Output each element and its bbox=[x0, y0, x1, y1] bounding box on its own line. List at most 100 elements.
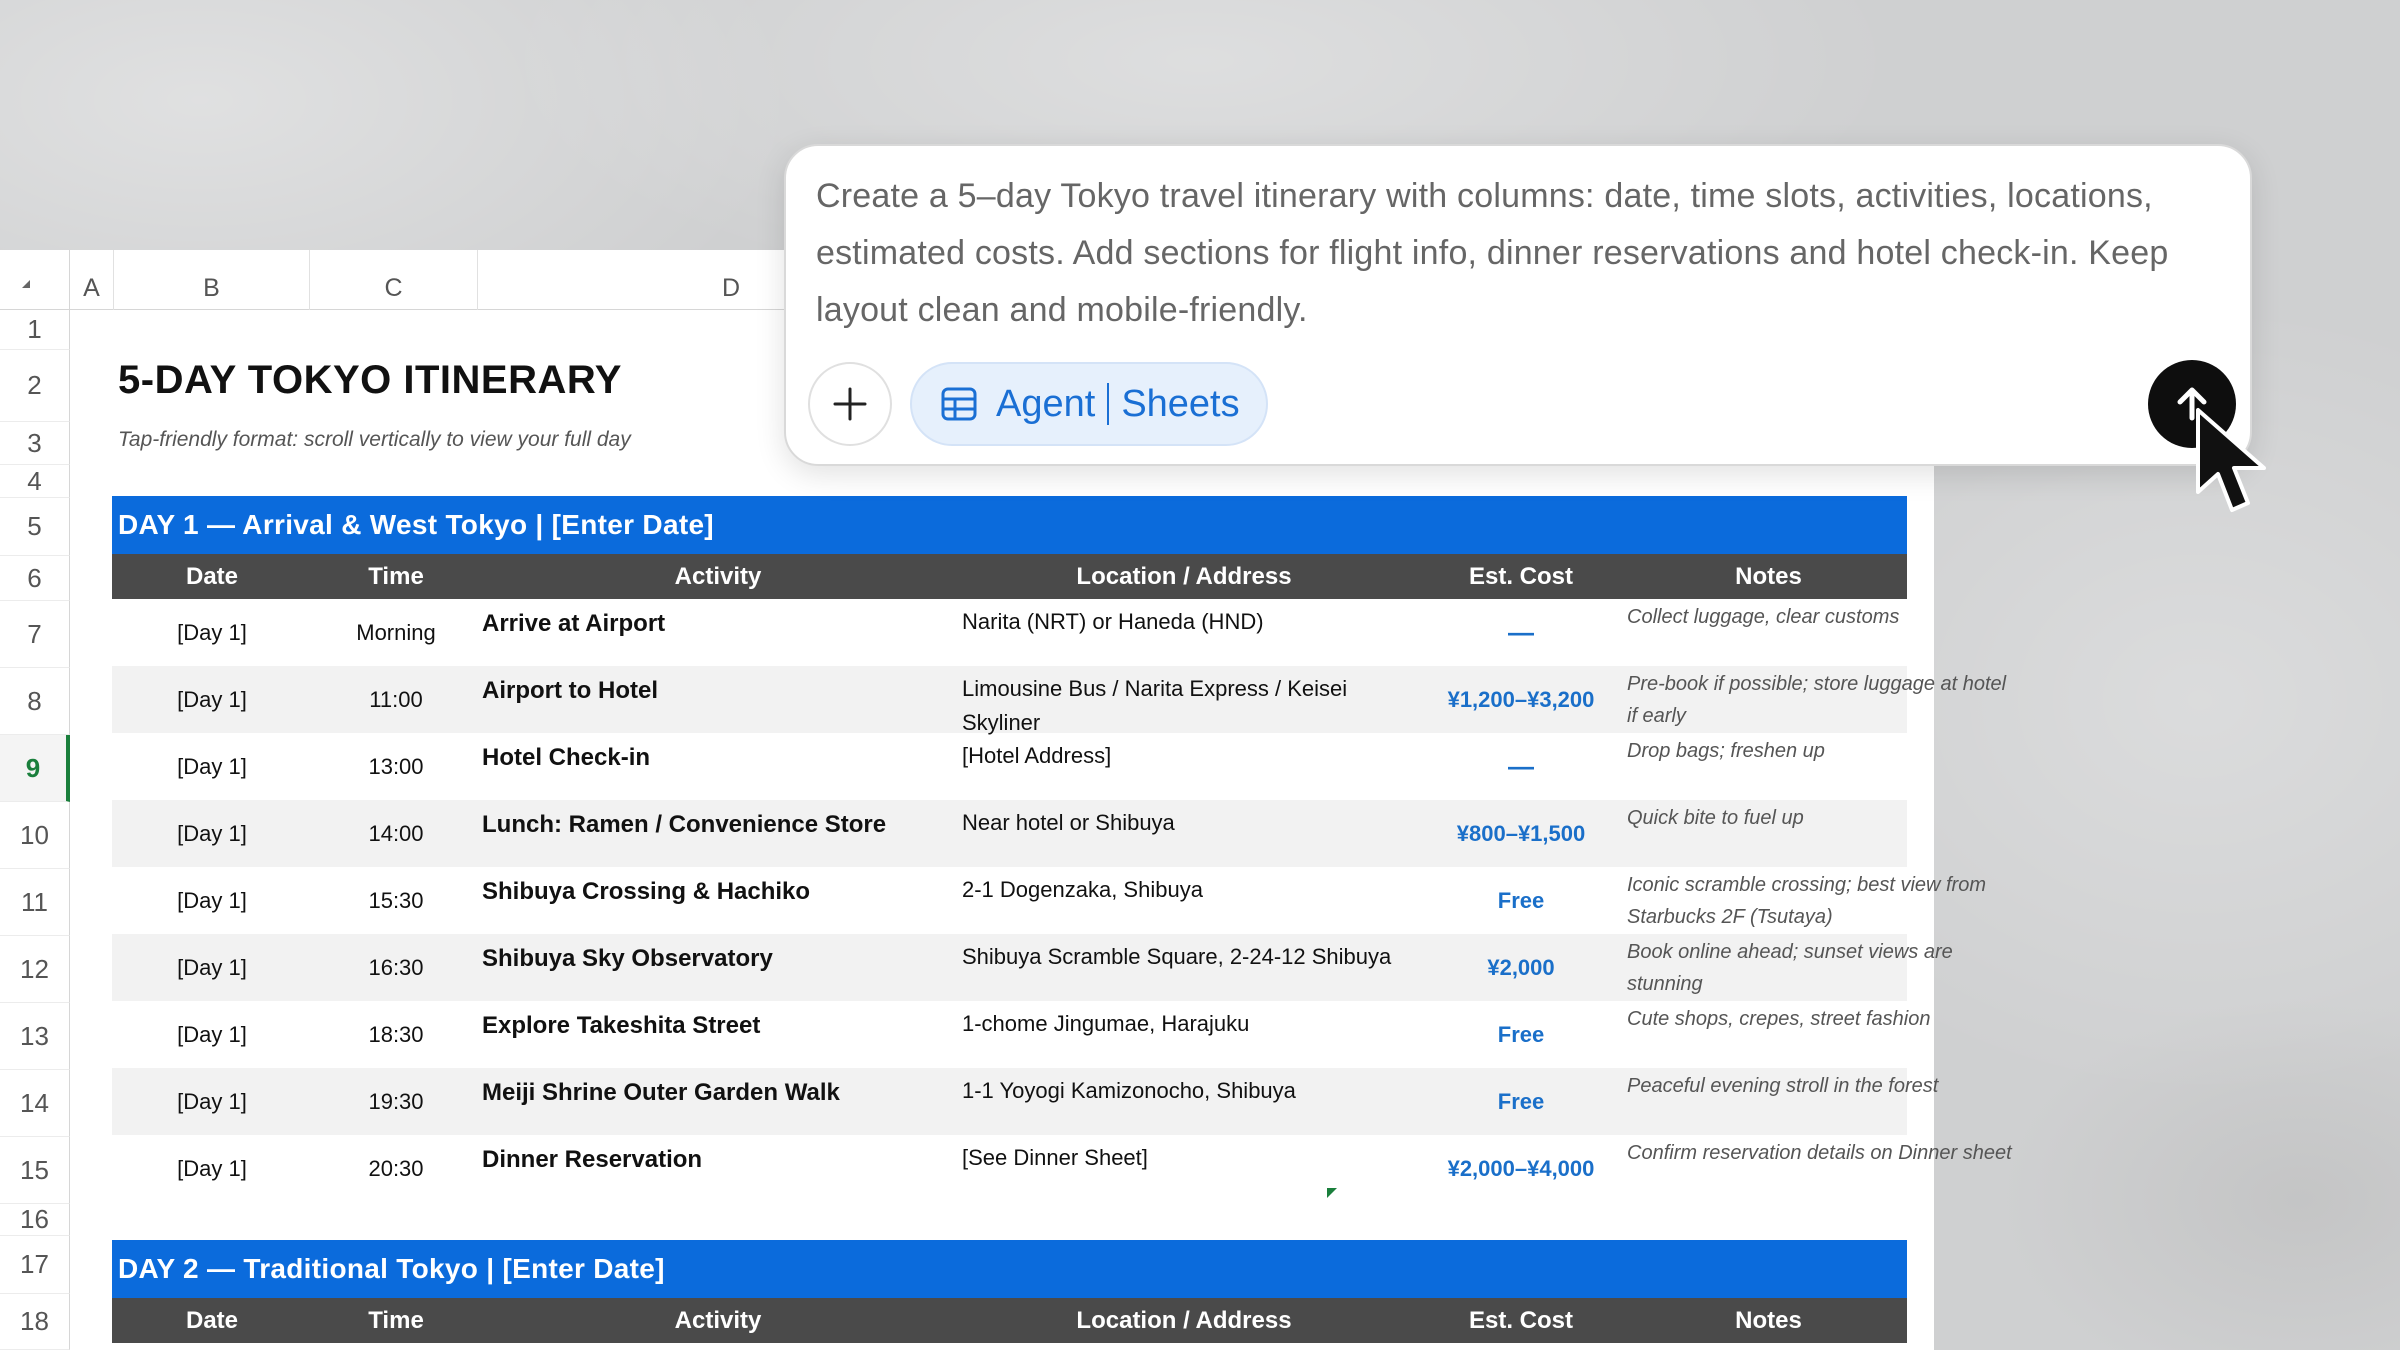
cell-activity[interactable]: Airport to Hotel bbox=[482, 666, 952, 709]
cell-time[interactable]: 19:30 bbox=[312, 1068, 480, 1135]
table-row[interactable]: [Day 1] 11:00 Airport to Hotel Limousine… bbox=[112, 666, 2006, 735]
cell-cost[interactable]: ¥2,000–¥4,000 bbox=[1412, 1135, 1630, 1202]
cell-location[interactable]: 1-chome Jingumae, Harajuku bbox=[962, 1001, 1412, 1041]
cell-notes[interactable]: Peaceful evening stroll in the forest bbox=[1627, 1068, 2017, 1102]
cell-location[interactable]: Limousine Bus / Narita Express / Keisei … bbox=[962, 666, 1412, 740]
table-row[interactable]: [Day 1] Morning Arrive at Airport Narita… bbox=[112, 599, 1907, 666]
cell-activity[interactable]: Lunch: Ramen / Convenience Store bbox=[482, 800, 952, 843]
cell-location[interactable]: 1-1 Yoyogi Kamizonocho, Shibuya bbox=[962, 1068, 1412, 1108]
row-header[interactable]: 15 bbox=[0, 1137, 70, 1204]
cell-date[interactable]: [Day 1] bbox=[112, 1001, 312, 1068]
prompt-input[interactable]: Create a 5–day Tokyo travel itinerary wi… bbox=[816, 168, 2226, 339]
itinerary-subtitle[interactable]: Tap-friendly format: scroll vertically t… bbox=[118, 428, 631, 452]
row-header[interactable]: 2 bbox=[0, 350, 70, 422]
cell-notes[interactable]: Cute shops, crepes, street fashion bbox=[1627, 1001, 2017, 1035]
cell-cost[interactable]: Free bbox=[1412, 867, 1630, 934]
table-row[interactable]: [Day 1] 15:30 Shibuya Crossing & Hachiko… bbox=[112, 867, 1986, 934]
table-row[interactable]: [Day 1] 20:30 Dinner Reservation [See Di… bbox=[112, 1135, 2012, 1202]
header-date[interactable]: Date bbox=[112, 554, 312, 599]
header-cost[interactable]: Est. Cost bbox=[1412, 1298, 1630, 1343]
cell-date[interactable]: [Day 1] bbox=[112, 666, 312, 733]
row-header-active[interactable]: 9 bbox=[0, 735, 70, 802]
cell-date[interactable]: [Day 1] bbox=[112, 867, 312, 934]
header-notes[interactable]: Notes bbox=[1630, 554, 1907, 599]
cell-location[interactable]: Narita (NRT) or Haneda (HND) bbox=[962, 599, 1412, 639]
cell-date[interactable]: [Day 1] bbox=[112, 1068, 312, 1135]
table-row[interactable]: [Day 1] 13:00 Hotel Check-in [Hotel Addr… bbox=[112, 733, 1907, 800]
cell-time[interactable]: 18:30 bbox=[312, 1001, 480, 1068]
row-header[interactable]: 18 bbox=[0, 1294, 70, 1350]
row-header[interactable]: 16 bbox=[0, 1204, 70, 1236]
cell-location[interactable]: Shibuya Scramble Square, 2-24-12 Shibuya bbox=[962, 934, 1412, 974]
cell-notes[interactable]: Iconic scramble crossing; best view from… bbox=[1627, 867, 2017, 933]
cell-location[interactable]: 2-1 Dogenzaka, Shibuya bbox=[962, 867, 1412, 907]
cell-time[interactable]: 11:00 bbox=[312, 666, 480, 733]
select-all-corner[interactable] bbox=[0, 250, 70, 310]
agent-sheets-chip[interactable]: Agent Sheets bbox=[910, 362, 1268, 446]
cell-cost[interactable]: Free bbox=[1412, 1001, 1630, 1068]
row-header[interactable]: 3 bbox=[0, 422, 70, 465]
column-header-c[interactable]: C bbox=[310, 250, 478, 310]
cell-activity[interactable]: Hotel Check-in bbox=[482, 733, 952, 776]
header-date[interactable]: Date bbox=[112, 1298, 312, 1343]
cell-cost[interactable]: Free bbox=[1412, 1068, 1630, 1135]
cell-notes[interactable]: Collect luggage, clear customs bbox=[1627, 599, 2017, 633]
cell-notes[interactable]: Book online ahead; sunset views are stun… bbox=[1627, 934, 2017, 1000]
cell-date[interactable]: [Day 1] bbox=[112, 800, 312, 867]
cell-time[interactable]: Morning bbox=[312, 599, 480, 666]
cell-notes[interactable]: Confirm reservation details on Dinner sh… bbox=[1627, 1135, 2017, 1169]
row-header[interactable]: 6 bbox=[0, 556, 70, 601]
cell-notes[interactable]: Drop bags; freshen up bbox=[1627, 733, 2017, 767]
table-row[interactable]: [Day 1] 14:00 Lunch: Ramen / Convenience… bbox=[112, 800, 1907, 867]
cell-location[interactable]: Near hotel or Shibuya bbox=[962, 800, 1412, 840]
row-header[interactable]: 13 bbox=[0, 1003, 70, 1070]
row-header[interactable]: 12 bbox=[0, 936, 70, 1003]
cell-activity[interactable]: Shibuya Sky Observatory bbox=[482, 934, 952, 977]
add-attachment-button[interactable] bbox=[808, 362, 892, 446]
cell-date[interactable]: [Day 1] bbox=[112, 599, 312, 666]
itinerary-title[interactable]: 5-DAY TOKYO ITINERARY bbox=[118, 358, 622, 403]
cell-cost[interactable]: ¥2,000 bbox=[1412, 934, 1630, 1001]
cell-date[interactable]: [Day 1] bbox=[112, 733, 312, 800]
row-header[interactable]: 4 bbox=[0, 465, 70, 498]
cell-cost[interactable]: — bbox=[1412, 599, 1630, 666]
column-header-b[interactable]: B bbox=[114, 250, 310, 310]
row-header[interactable]: 11 bbox=[0, 869, 70, 936]
table-row[interactable]: [Day 1] 18:30 Explore Takeshita Street 1… bbox=[112, 1001, 1930, 1068]
cell-location[interactable]: [See Dinner Sheet] bbox=[962, 1135, 1412, 1175]
table-row[interactable]: [Day 1] 19:30 Meiji Shrine Outer Garden … bbox=[112, 1068, 1938, 1135]
row-header[interactable]: 14 bbox=[0, 1070, 70, 1137]
cell-notes[interactable]: Pre-book if possible; store luggage at h… bbox=[1627, 666, 2017, 732]
header-activity[interactable]: Activity bbox=[480, 554, 956, 599]
table-row[interactable]: [Day 1] 16:30 Shibuya Sky Observatory Sh… bbox=[112, 934, 1953, 1001]
row-header[interactable]: 8 bbox=[0, 668, 70, 735]
header-time[interactable]: Time bbox=[312, 554, 480, 599]
cell-time[interactable]: 15:30 bbox=[312, 867, 480, 934]
header-time[interactable]: Time bbox=[312, 1298, 480, 1343]
cell-date[interactable]: [Day 1] bbox=[112, 934, 312, 1001]
row-header[interactable]: 17 bbox=[0, 1236, 70, 1294]
cell-time[interactable]: 16:30 bbox=[312, 934, 480, 1001]
cell-location[interactable]: [Hotel Address] bbox=[962, 733, 1412, 773]
row-header[interactable]: 1 bbox=[0, 310, 70, 350]
header-activity[interactable]: Activity bbox=[480, 1298, 956, 1343]
row-header[interactable]: 10 bbox=[0, 802, 70, 869]
day1-banner[interactable]: DAY 1 — Arrival & West Tokyo | [Enter Da… bbox=[112, 496, 1907, 554]
cell-activity[interactable]: Shibuya Crossing & Hachiko bbox=[482, 867, 952, 910]
cell-cost[interactable]: ¥800–¥1,500 bbox=[1412, 800, 1630, 867]
cell-notes[interactable]: Quick bite to fuel up bbox=[1627, 800, 2017, 834]
header-notes[interactable]: Notes bbox=[1630, 1298, 1907, 1343]
cell-date[interactable]: [Day 1] bbox=[112, 1135, 312, 1202]
cell-time[interactable]: 13:00 bbox=[312, 733, 480, 800]
column-header-a[interactable]: A bbox=[70, 250, 114, 310]
cell-activity[interactable]: Dinner Reservation bbox=[482, 1135, 952, 1178]
agent-prompt-box[interactable]: Create a 5–day Tokyo travel itinerary wi… bbox=[784, 144, 2252, 466]
header-location[interactable]: Location / Address bbox=[956, 1298, 1412, 1343]
cell-time[interactable]: 14:00 bbox=[312, 800, 480, 867]
cell-activity[interactable]: Explore Takeshita Street bbox=[482, 1001, 952, 1044]
day2-banner[interactable]: DAY 2 — Traditional Tokyo | [Enter Date] bbox=[112, 1240, 1907, 1298]
cell-activity[interactable]: Meiji Shrine Outer Garden Walk bbox=[482, 1068, 952, 1111]
header-location[interactable]: Location / Address bbox=[956, 554, 1412, 599]
cell-cost[interactable]: — bbox=[1412, 733, 1630, 800]
cell-cost[interactable]: ¥1,200–¥3,200 bbox=[1412, 666, 1630, 733]
